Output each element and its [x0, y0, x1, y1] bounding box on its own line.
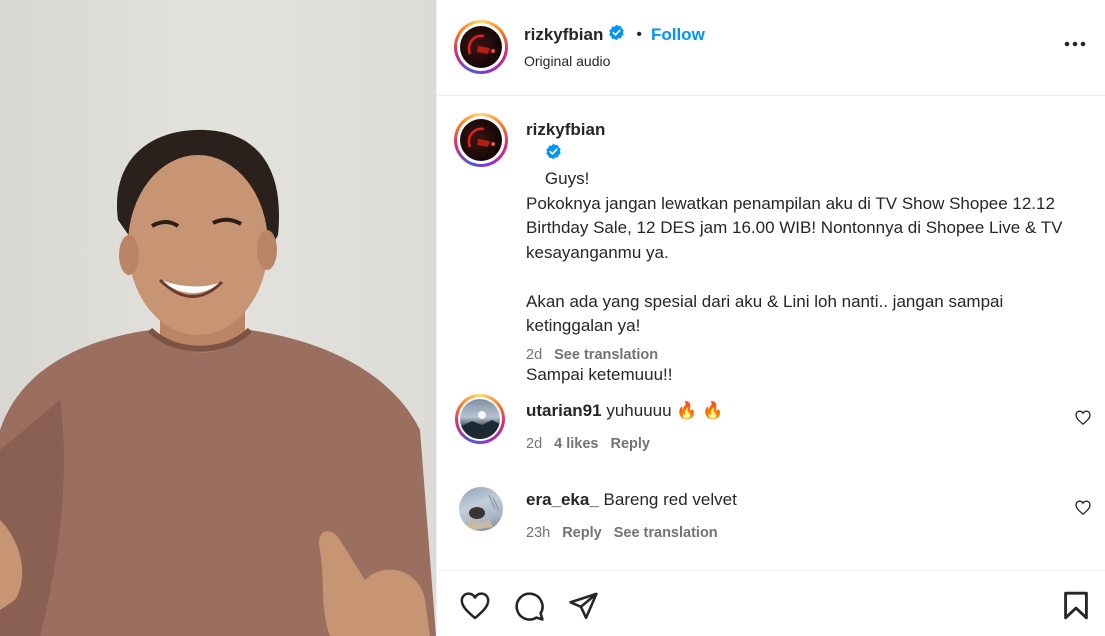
audio-label[interactable]: Original audio — [524, 53, 610, 69]
comment-meta: 23h Reply See translation — [526, 525, 718, 541]
avatar-image — [460, 411, 500, 439]
caption-meta: 2d See translation — [526, 347, 658, 363]
verified-badge-icon — [608, 24, 625, 46]
comment-like-heart-icon[interactable] — [1075, 410, 1091, 430]
comment-text: yuhuuuu 🔥 🔥 — [606, 401, 724, 420]
comment-text: Bareng red velvet — [603, 490, 737, 509]
comment-time[interactable]: 2d — [526, 436, 542, 452]
action-bar — [437, 570, 1105, 636]
post-panel: rizkyfbian • Follow Original audio rizky… — [436, 0, 1105, 636]
caption-username[interactable]: rizkyfbian — [526, 120, 605, 139]
caption-time[interactable]: 2d — [526, 347, 542, 363]
header-username[interactable]: rizkyfbian — [524, 25, 603, 45]
comment-body: utarian91 yuhuuuu 🔥 🔥 — [526, 401, 723, 421]
comment-avatar[interactable] — [459, 487, 503, 531]
heart-icon[interactable] — [459, 591, 491, 625]
comment-body: era_eka_ Bareng red velvet — [526, 490, 737, 510]
comment-username[interactable]: era_eka_ — [526, 490, 599, 509]
follow-button[interactable]: Follow — [651, 25, 705, 45]
avatar-image — [465, 494, 500, 531]
verified-badge-icon — [545, 143, 562, 168]
see-translation-button[interactable]: See translation — [554, 347, 658, 363]
more-options-icon[interactable] — [1064, 34, 1086, 52]
avatar-image — [467, 127, 495, 148]
comment-meta: 2d 4 likes Reply — [526, 436, 650, 452]
share-icon[interactable] — [568, 591, 599, 625]
comment-like-heart-icon[interactable] — [1075, 500, 1091, 520]
reel-video-frame — [0, 129, 436, 636]
comment-icon[interactable] — [514, 591, 545, 627]
header-separator: • — [636, 26, 642, 43]
caption-avatar[interactable] — [454, 113, 508, 167]
author-avatar[interactable] — [454, 20, 508, 74]
bookmark-icon[interactable] — [1063, 591, 1089, 625]
comment-username[interactable]: utarian91 — [526, 401, 602, 420]
comment-time[interactable]: 23h — [526, 525, 550, 541]
post-header: rizkyfbian • Follow Original audio — [437, 0, 1105, 96]
reel-video[interactable] — [0, 0, 436, 636]
reply-button[interactable]: Reply — [610, 436, 650, 452]
comment-likes[interactable]: 4 likes — [554, 436, 598, 452]
reply-button[interactable]: Reply — [562, 525, 602, 541]
avatar-image — [467, 34, 495, 55]
see-translation-button[interactable]: See translation — [614, 525, 718, 541]
comment-avatar[interactable] — [455, 394, 505, 444]
